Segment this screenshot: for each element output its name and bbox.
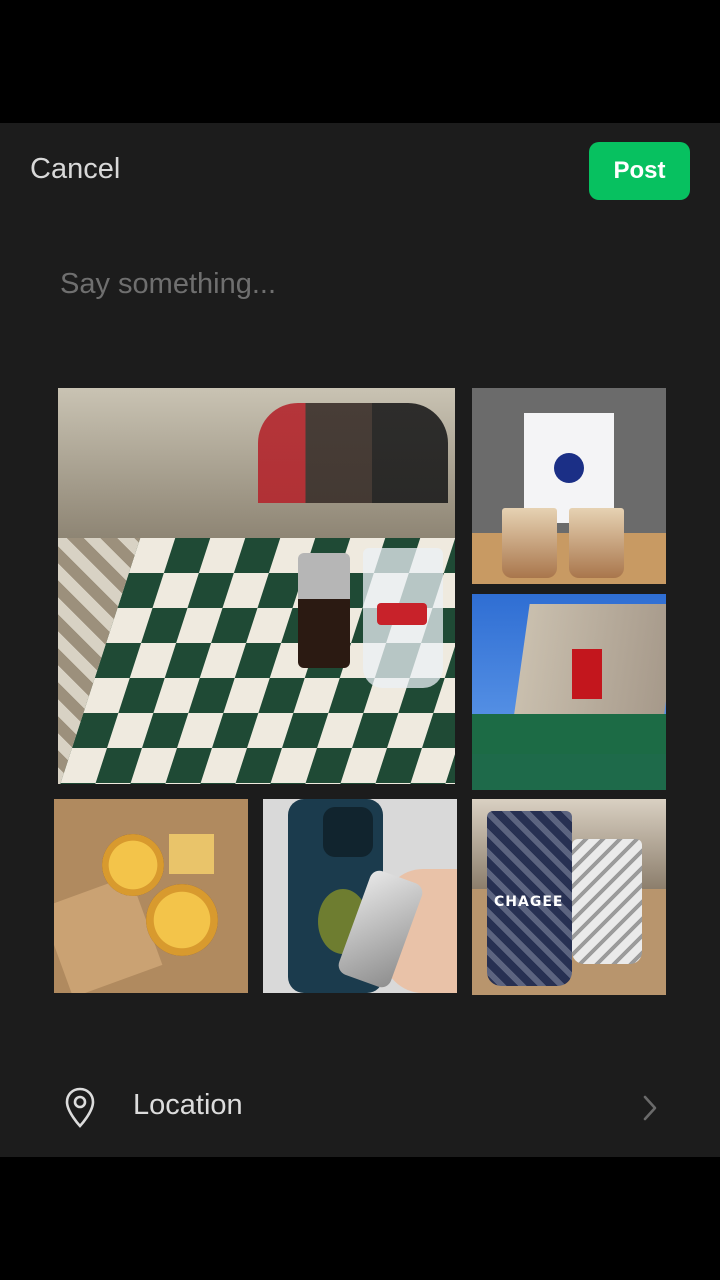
location-row[interactable]: Location [0,1073,720,1143]
chagee-cups-photo[interactable]: CHAGEE [472,799,666,995]
cancel-button[interactable]: Cancel [30,153,120,186]
post-button[interactable]: Post [589,142,690,200]
chevron-right-icon [643,1095,657,1121]
luckin-coffee-cups-photo[interactable] [472,388,666,584]
compose-sheet: Cancel Post CHAGEE Location [0,123,720,1157]
location-label: Location [133,1089,243,1121]
pizza-food-photo[interactable] [54,799,248,993]
building-photo[interactable] [472,594,666,790]
location-pin-icon [65,1087,95,1128]
chagee-cup-logo-text: CHAGEE [494,894,564,910]
cafe-checkered-table-photo[interactable] [58,388,455,784]
compose-text-input[interactable] [58,253,662,315]
phone-and-car-key-photo[interactable] [263,799,457,993]
